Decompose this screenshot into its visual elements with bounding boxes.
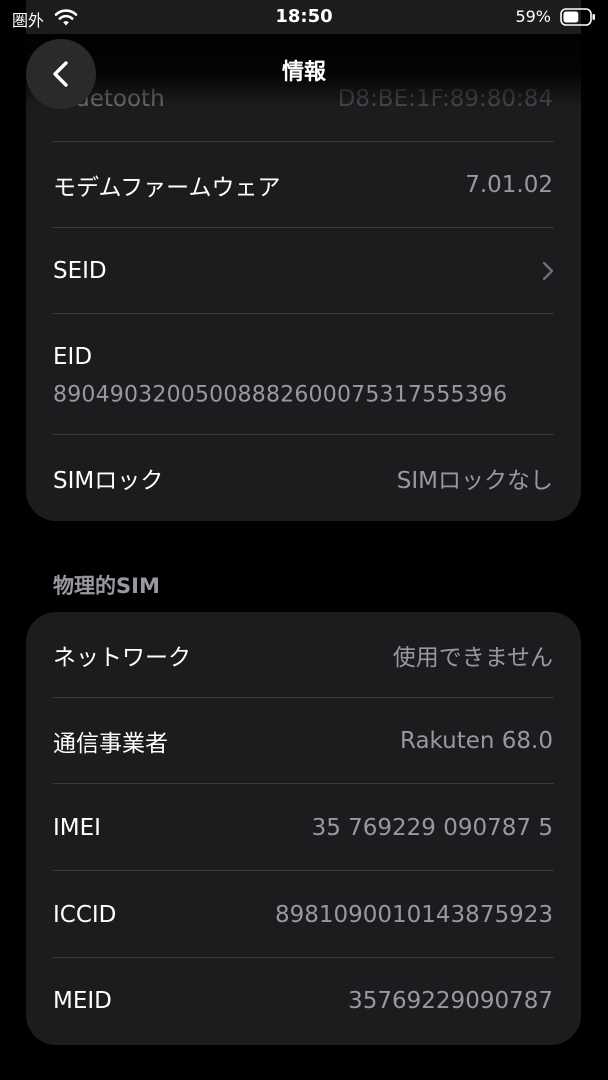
status-bar: 圏外 18:50 59%: [0, 0, 608, 34]
eid-row[interactable]: EID 89049032005008882600075317555396: [26, 315, 581, 435]
physical-sim-group: ネットワーク 使用できません 通信事業者 Rakuten 68.0 IMEI 3…: [26, 612, 581, 1045]
physical-sim-section-title: 物理的SIM: [53, 574, 160, 598]
modem-firmware-row: モデムファームウェア 7.01.02: [26, 142, 581, 228]
battery-icon: [560, 8, 596, 26]
battery-percentage: 59%: [515, 7, 551, 26]
modem-firmware-label: モデムファームウェア: [53, 175, 281, 201]
meid-label: MEID: [53, 988, 112, 1014]
carrier-row-value: Rakuten 68.0: [399, 728, 553, 754]
iccid-value[interactable]: 8981090010143875923: [275, 902, 553, 928]
seid-label: SEID: [53, 258, 107, 284]
meid-value[interactable]: 35769229090787: [348, 988, 553, 1014]
iccid-label: ICCID: [53, 902, 117, 928]
sim-lock-row: SIMロック SIMロックなし: [26, 435, 581, 521]
imei-value[interactable]: 35 769229 090787 5: [312, 815, 553, 841]
network-value: 使用できません: [392, 645, 553, 671]
row-divider: [53, 783, 554, 784]
eid-value[interactable]: 89049032005008882600075317555396: [53, 383, 507, 408]
navigation-bar: 情報: [0, 34, 608, 109]
carrier-row: 通信事業者 Rakuten 68.0: [26, 698, 581, 784]
chevron-right-icon: [541, 260, 555, 282]
page-title: 情報: [281, 60, 326, 85]
imei-row: IMEI 35 769229 090787 5: [26, 785, 581, 871]
row-divider: [53, 313, 554, 314]
meid-row: MEID 35769229090787: [26, 958, 581, 1044]
sim-lock-label: SIMロック: [53, 468, 164, 494]
settings-about-screen: 圏外 18:50 59% Bluetooth D8:BE:1F:89:80:84: [0, 0, 608, 1080]
sim-lock-value: SIMロックなし: [396, 468, 553, 494]
network-row: ネットワーク 使用できません: [26, 612, 581, 698]
seid-row[interactable]: SEID: [26, 228, 581, 314]
row-divider: [53, 870, 554, 871]
iccid-row: ICCID 8981090010143875923: [26, 872, 581, 958]
network-label: ネットワーク: [53, 645, 191, 671]
eid-label: EID: [53, 344, 93, 370]
carrier-row-label: 通信事業者: [53, 731, 168, 757]
modem-firmware-value: 7.01.02: [465, 172, 553, 198]
imei-label: IMEI: [53, 815, 101, 841]
